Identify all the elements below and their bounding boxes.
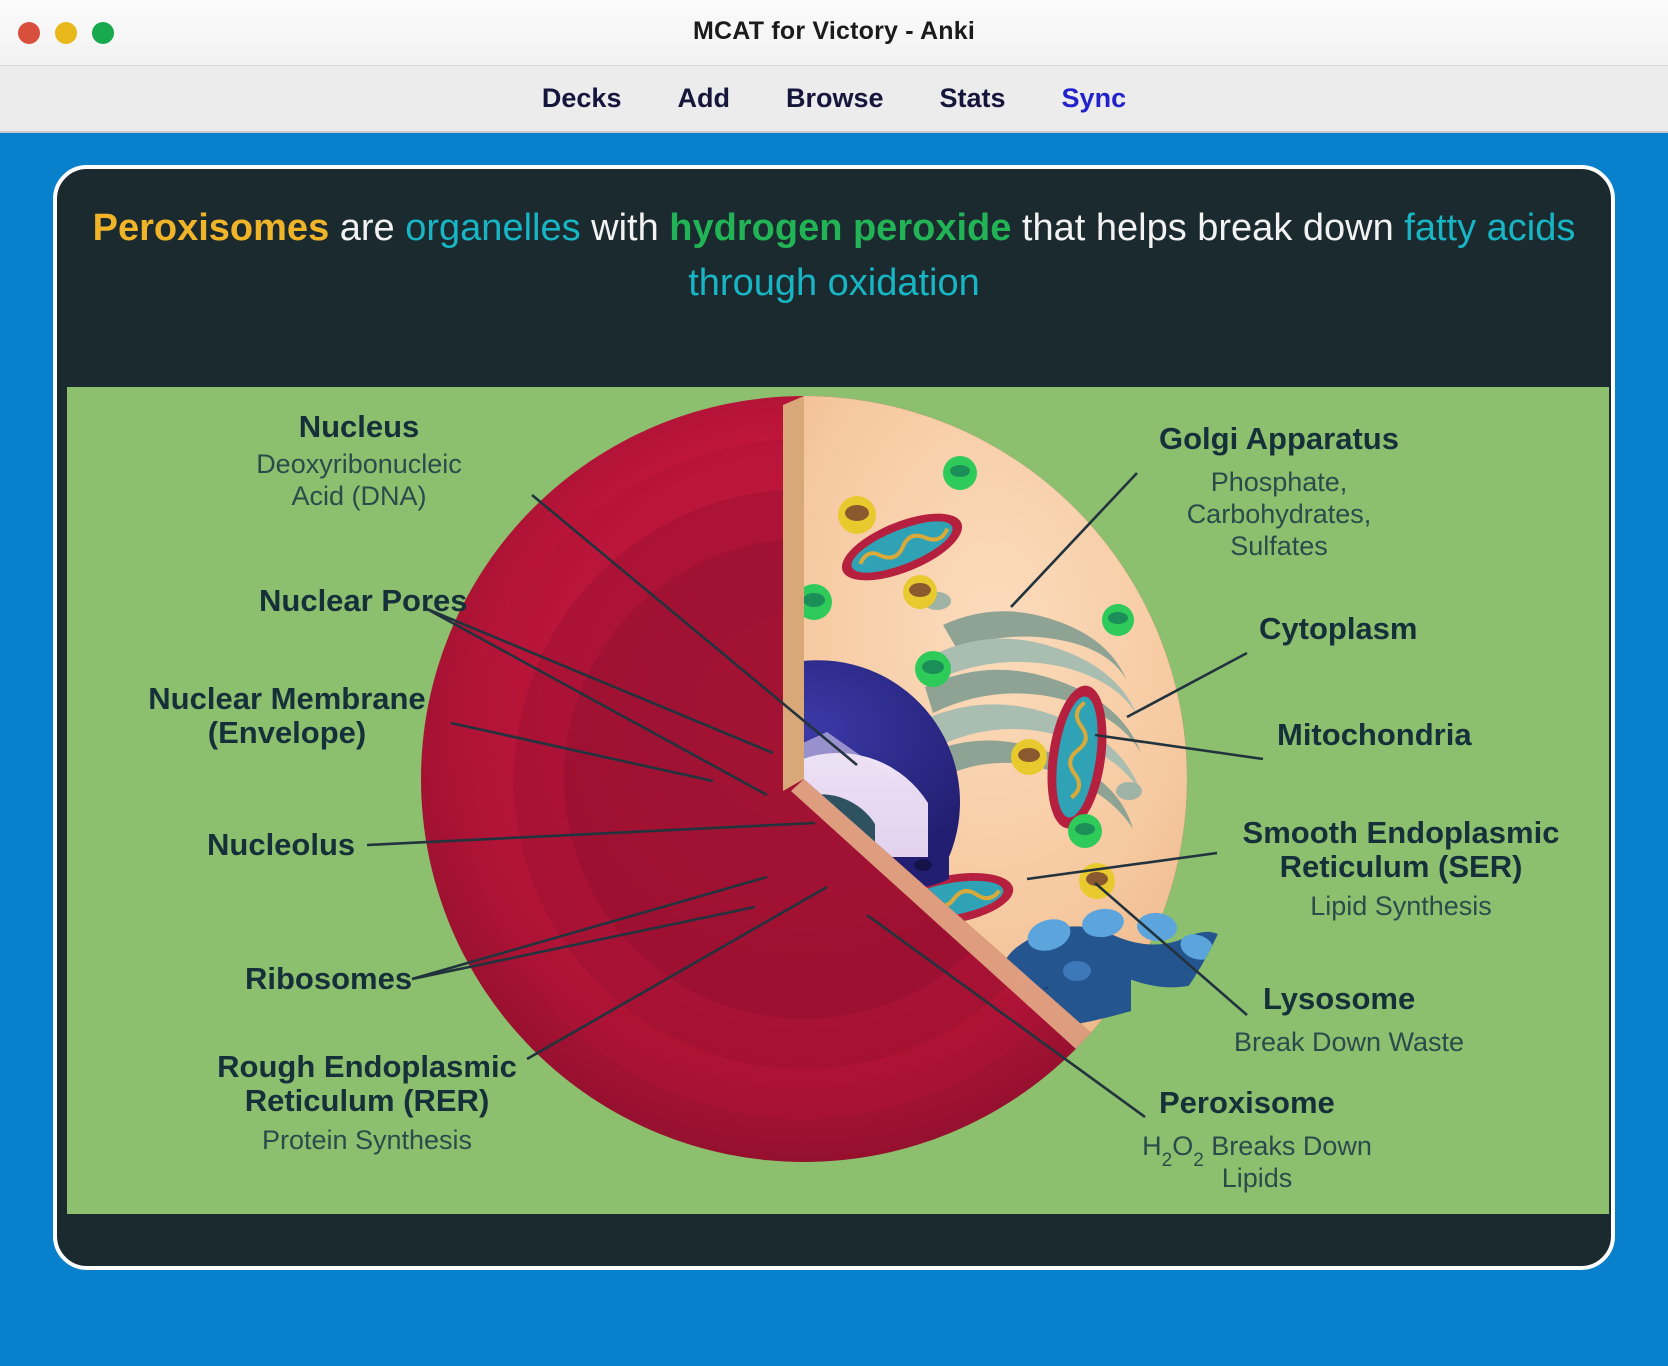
- label-nucleus-title: Nucleus: [299, 409, 420, 444]
- toolbar-item-sync[interactable]: Sync: [1062, 85, 1127, 112]
- label-nuclear-membrane-title-2: (Envelope): [208, 715, 366, 750]
- cut-face-left: [783, 396, 804, 791]
- question-text-with: with: [580, 207, 670, 249]
- label-ser-sub: Lipid Synthesis: [1310, 891, 1492, 921]
- label-nucleus-sub-2: Acid (DNA): [291, 481, 426, 511]
- cell-diagram: Nucleus Deoxyribonucleic Acid (DNA) Nucl…: [67, 387, 1609, 1214]
- label-golgi-sub-2: Carbohydrates,: [1187, 499, 1372, 529]
- label-cytoplasm: Cytoplasm: [1259, 611, 1417, 646]
- question-keyword-hydrogen-peroxide: hydrogen peroxide: [669, 207, 1012, 249]
- label-nucleus-sub-1: Deoxyribonucleic: [256, 449, 462, 479]
- h2o2-h: H: [1142, 1131, 1162, 1161]
- label-rer: Rough Endoplasmic Reticulum (RER) Protei…: [217, 1049, 517, 1155]
- toolbar-item-add[interactable]: Add: [677, 85, 729, 112]
- main-toolbar: Decks Add Browse Stats Sync: [0, 66, 1668, 133]
- anki-window: MCAT for Victory - Anki Decks Add Browse…: [0, 0, 1668, 1366]
- label-golgi-title: Golgi Apparatus: [1159, 421, 1399, 456]
- label-nuclear-pores-title: Nuclear Pores: [259, 583, 468, 618]
- h2o2-o: O: [1172, 1131, 1193, 1161]
- label-nucleolus: Nucleolus: [207, 827, 355, 862]
- window-title: MCAT for Victory - Anki: [693, 17, 975, 45]
- question-text-breakdown: that helps break down: [1011, 207, 1405, 249]
- label-cytoplasm-title: Cytoplasm: [1259, 611, 1417, 646]
- label-ser-title-1: Smooth Endoplasmic: [1243, 815, 1560, 850]
- label-peroxisome-title: Peroxisome: [1159, 1085, 1335, 1120]
- toolbar-item-browse[interactable]: Browse: [786, 85, 884, 112]
- label-nucleolus-title: Nucleolus: [207, 827, 355, 862]
- label-golgi-sub-3: Sulfates: [1230, 531, 1328, 561]
- label-mitochondria-title: Mitochondria: [1277, 717, 1472, 752]
- label-nuclear-pores: Nuclear Pores: [259, 583, 468, 618]
- toolbar-item-stats[interactable]: Stats: [940, 85, 1006, 112]
- toolbar-item-decks[interactable]: Decks: [542, 85, 622, 112]
- label-nuclear-membrane-title-1: Nuclear Membrane: [148, 681, 425, 716]
- label-mitochondria: Mitochondria: [1277, 717, 1472, 752]
- question-keyword-peroxisomes: Peroxisomes: [92, 207, 330, 249]
- label-ribosomes-title: Ribosomes: [245, 961, 412, 996]
- card-question: Peroxisomes are organelles with hydrogen…: [87, 201, 1581, 311]
- label-peroxisome-sub-2: Lipids: [1222, 1163, 1293, 1193]
- window-titlebar: MCAT for Victory - Anki: [0, 0, 1668, 66]
- question-text-are: are: [329, 207, 406, 249]
- label-golgi-sub-1: Phosphate,: [1211, 467, 1348, 497]
- h2o2-sub-2b: 2: [1193, 1150, 1204, 1171]
- label-rer-title-2: Reticulum (RER): [245, 1083, 490, 1118]
- label-ribosomes: Ribosomes: [245, 961, 412, 996]
- label-lysosome-title: Lysosome: [1263, 981, 1415, 1016]
- label-rer-sub: Protein Synthesis: [262, 1125, 472, 1155]
- question-keyword-organelles: organelles: [405, 207, 581, 249]
- flashcard: Peroxisomes are organelles with hydrogen…: [53, 165, 1615, 1270]
- label-ser-title-2: Reticulum (SER): [1280, 849, 1523, 884]
- label-rer-title-1: Rough Endoplasmic: [217, 1049, 517, 1084]
- h2o2-rest: Breaks Down: [1204, 1131, 1372, 1161]
- h2o2-sub-2a: 2: [1162, 1150, 1173, 1171]
- label-lysosome-sub: Break Down Waste: [1234, 1027, 1464, 1057]
